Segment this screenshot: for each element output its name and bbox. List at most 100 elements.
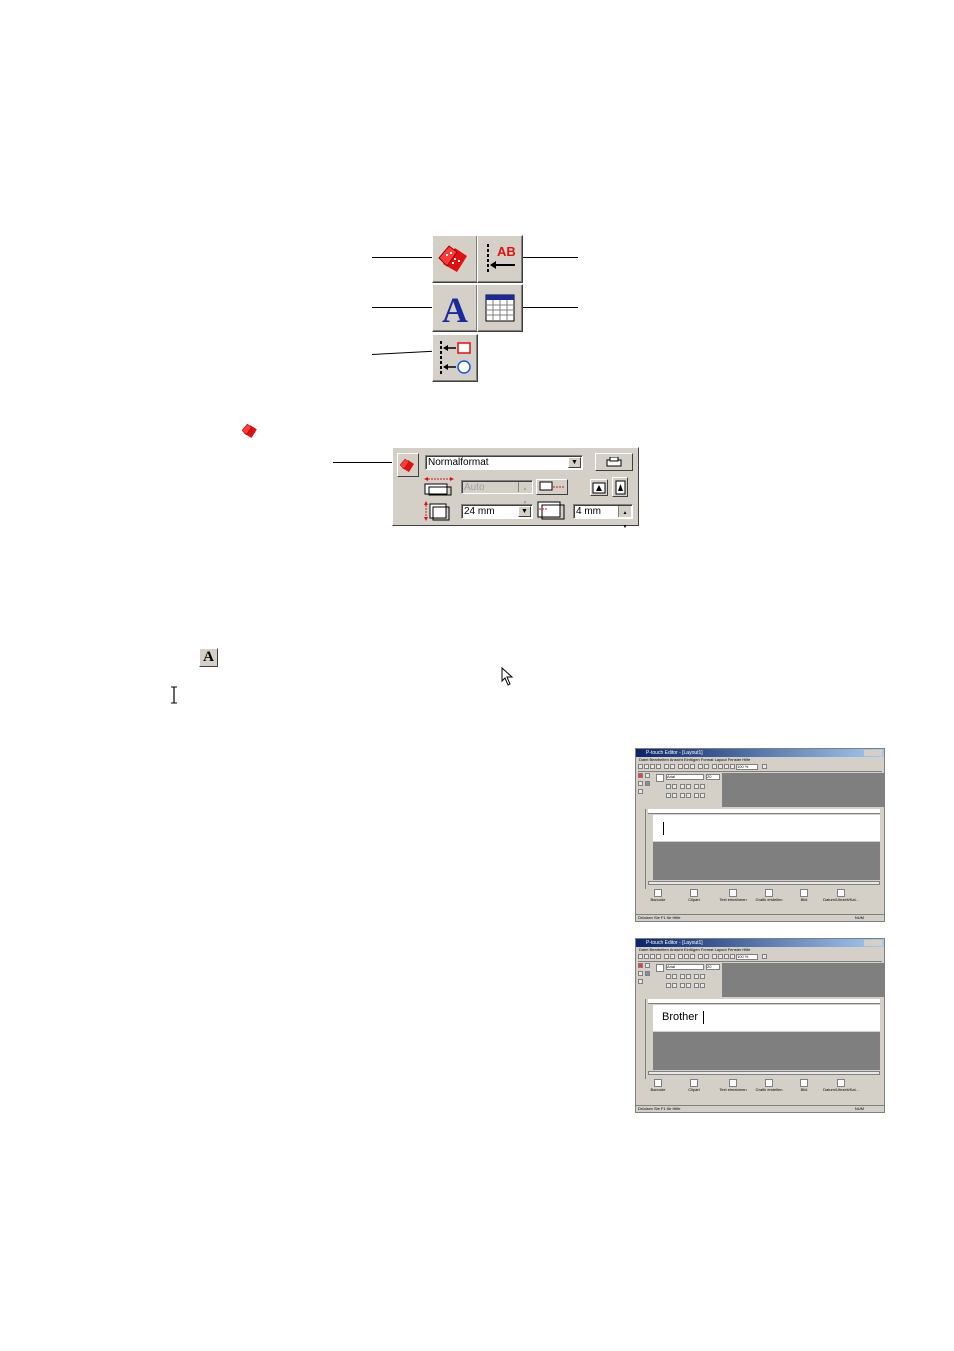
font-name-select[interactable]: Arial	[666, 964, 704, 970]
spin-icon[interactable]: ▲ ▼	[618, 506, 631, 530]
panel-grey-area	[722, 773, 884, 807]
width-field[interactable]: Auto ▲ ▼	[461, 480, 533, 506]
screenshot-2: P-touch Editor - [Layout1] Datei Bearbei…	[635, 938, 885, 1113]
drawing-tools	[638, 809, 646, 889]
status-num: NUM	[854, 1106, 864, 1111]
callout-line-panel	[333, 462, 397, 463]
table-button[interactable]	[477, 284, 523, 332]
text-icon: A	[203, 649, 214, 665]
width-value: Auto	[464, 482, 485, 493]
status-bar: Drücken Sie F1 für Hilfe NUM	[636, 1105, 884, 1112]
left-tool-panel	[638, 773, 654, 805]
fit-icon	[539, 481, 564, 491]
orientation-portrait-button[interactable]	[612, 477, 628, 497]
text-orientation-icon	[592, 482, 606, 493]
status-num: NUM	[854, 915, 864, 920]
format-select[interactable]: Normalformat ▼	[425, 455, 583, 470]
toolbar: 100 %	[638, 953, 882, 962]
window-controls	[864, 750, 882, 756]
property-icon	[241, 423, 257, 438]
text-button[interactable]: A	[432, 284, 478, 332]
font-bar: Arial 20	[654, 773, 722, 805]
chevron-down-icon[interactable]: ▼	[518, 506, 531, 517]
window-title: P-touch Editor - [Layout1]	[636, 749, 884, 757]
bottom-button-label[interactable]: Clipart	[688, 897, 700, 902]
bottom-button-label[interactable]: Text einrahmen	[719, 897, 746, 902]
canvas-grey-area	[653, 842, 880, 880]
bottom-button-label[interactable]: Barcode	[651, 1087, 666, 1092]
margin-value: 4 mm	[576, 506, 601, 517]
label-area: Brother	[653, 1005, 880, 1031]
bottom-toolbar: Barcode Clipart Text einrahmen Grafik er…	[636, 887, 884, 911]
height-value: 24 mm	[464, 506, 495, 517]
spin-icon[interactable]: ▲ ▼	[518, 482, 531, 506]
h-scrollbar[interactable]	[648, 1071, 880, 1075]
text-icon-glyph: A	[442, 290, 468, 327]
h-scrollbar[interactable]	[648, 881, 880, 885]
status-bar: Drücken Sie F1 für Hilfe NUM	[636, 914, 884, 921]
bottom-button-label[interactable]: Grafik erstellen	[756, 897, 783, 902]
text-cursor	[703, 1011, 704, 1024]
screenshot-1: P-touch Editor - [Layout1] Datei Bearbei…	[635, 748, 885, 922]
status-text: Drücken Sie F1 für Hilfe	[638, 1106, 681, 1111]
width-icon	[424, 477, 454, 496]
ruler	[648, 999, 880, 1004]
align-objects-icon	[440, 341, 471, 375]
bottom-button-label[interactable]: Datum/Uhrzeit/Kal...	[823, 897, 859, 902]
arrange-text-icon: AB	[487, 244, 516, 274]
ruler	[648, 809, 880, 814]
bottom-button-label[interactable]: Grafik erstellen	[756, 1087, 783, 1092]
height-icon	[424, 501, 450, 521]
toolbar: 100 %	[638, 763, 882, 772]
font-name-select[interactable]: Arial	[666, 774, 704, 780]
auto-length-button[interactable]	[536, 479, 568, 495]
label-text: Brother	[662, 1011, 699, 1023]
bottom-button-label[interactable]: Bild	[801, 897, 808, 902]
label-area	[653, 815, 880, 841]
height-select[interactable]: 24 mm ▼	[461, 504, 533, 519]
arrange-text-button[interactable]: AB	[477, 235, 523, 283]
status-text: Drücken Sie F1 für Hilfe	[638, 915, 681, 920]
callout-line-text	[372, 307, 434, 308]
margin-icon	[537, 501, 565, 520]
text-orientation-icon	[615, 480, 625, 494]
bottom-toolbar: Barcode Clipart Text einrahmen Grafik er…	[636, 1077, 884, 1101]
font-bar: Arial 20	[654, 963, 722, 995]
callout-line-align	[371, 350, 438, 355]
font-size-select[interactable]: 20	[706, 964, 720, 970]
printer-icon	[606, 457, 622, 467]
property-icon	[438, 245, 467, 272]
window-title: P-touch Editor - [Layout1]	[636, 939, 884, 947]
table-icon	[485, 294, 515, 322]
chevron-down-icon[interactable]: ▼	[568, 457, 581, 468]
bottom-button-label[interactable]: Datum/Uhrzeit/Kal...	[823, 1087, 859, 1092]
panel-property-button[interactable]	[397, 453, 419, 477]
margin-field[interactable]: 4 mm ▲ ▼	[573, 504, 633, 530]
property-panel: Normalformat ▼ Auto ▲ ▼ 24 mm ▼ 4 mm ▲ ▼	[392, 447, 639, 530]
property-icon	[399, 458, 414, 472]
panel-grey-area	[722, 963, 884, 997]
property-button[interactable]	[432, 235, 478, 283]
bottom-button-label[interactable]: Bild	[801, 1087, 808, 1092]
drawing-tools	[638, 999, 646, 1079]
print-button[interactable]	[595, 453, 633, 471]
ibeam-cursor-icon	[171, 686, 177, 704]
bottom-button-label[interactable]: Text einrahmen	[719, 1087, 746, 1092]
align-objects-button[interactable]	[432, 334, 478, 382]
arrow-cursor-icon	[501, 667, 514, 686]
text-cursor	[663, 822, 664, 835]
format-value: Normalformat	[428, 457, 489, 468]
callout-line-property	[372, 257, 438, 258]
ab-label: AB	[497, 244, 516, 259]
text-button[interactable]: A	[199, 648, 218, 667]
text-icon: A	[442, 290, 468, 327]
orientation-landscape-button[interactable]	[590, 479, 608, 496]
bottom-button-label[interactable]: Clipart	[688, 1087, 700, 1092]
zoom-select[interactable]: 100 %	[736, 764, 758, 770]
zoom-select[interactable]: 100 %	[736, 954, 758, 960]
left-tool-panel	[638, 963, 654, 995]
canvas-grey-area	[653, 1032, 880, 1070]
window-controls	[864, 940, 882, 946]
bottom-button-label[interactable]: Barcode	[651, 897, 666, 902]
font-size-select[interactable]: 20	[706, 774, 720, 780]
